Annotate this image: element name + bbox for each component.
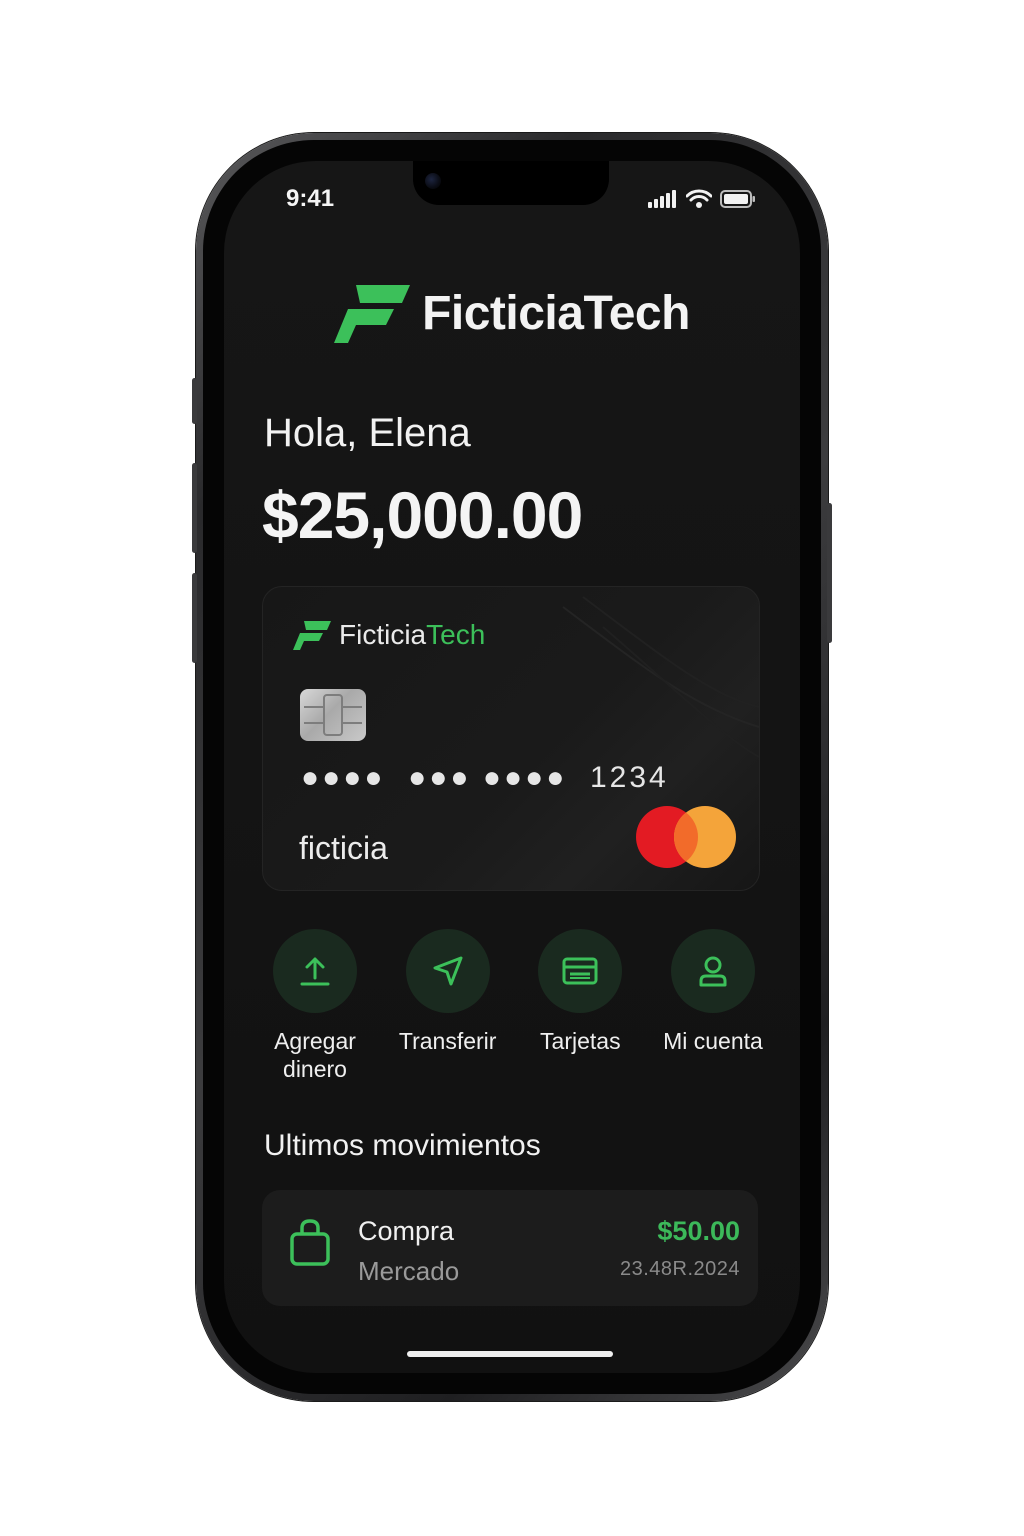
action-add-money[interactable]: Agregar dinero — [256, 929, 374, 1083]
ficticiatech-logo-icon — [293, 621, 331, 650]
notch — [413, 161, 609, 205]
transaction-amount: $50.00 — [657, 1216, 740, 1246]
transaction-merchant: Mercado — [358, 1256, 460, 1286]
action-cards[interactable]: Tarjetas — [521, 929, 639, 1083]
account-balance: $25,000.00 — [262, 478, 583, 552]
add-money-button[interactable] — [273, 929, 357, 1013]
silent-switch — [192, 378, 197, 424]
brand-name: FicticiaTech — [422, 286, 690, 340]
camera-icon — [425, 173, 441, 189]
transaction-title: Compra — [358, 1216, 455, 1246]
card-holder: ficticia — [299, 830, 388, 866]
send-icon — [433, 956, 463, 986]
power-button — [827, 503, 832, 643]
recent-transactions-title: Ultimos movimientos — [264, 1129, 541, 1162]
card-number: ●●●● ●●● ●●●● 1234 — [301, 761, 669, 794]
card-chip-icon — [300, 689, 366, 741]
card-brand-part1: Ficticia — [339, 619, 427, 650]
action-my-account[interactable]: Mi cuenta — [654, 929, 772, 1083]
app-logo: FicticiaTech — [224, 283, 800, 343]
status-time: 9:41 — [286, 185, 335, 212]
volume-up-button — [192, 463, 197, 553]
transaction-date: 23.48R.2024 — [619, 1258, 740, 1280]
action-label: Tarjetas — [540, 1028, 621, 1054]
mastercard-icon — [636, 806, 736, 868]
my-account-button[interactable] — [670, 929, 755, 1013]
shopping-bag-icon — [290, 1219, 330, 1266]
ficticiatech-logo-icon — [334, 285, 411, 343]
card-icon — [562, 957, 598, 985]
action-label: Transferir — [398, 1028, 497, 1054]
action-label: Mi cuenta — [663, 1028, 763, 1054]
upload-icon — [300, 957, 330, 986]
volume-down-button — [192, 573, 197, 663]
debit-card[interactable]: FicticiaTech ●●●● ●●● ●●●● 1234 ficticia — [262, 586, 760, 891]
battery-icon — [720, 190, 755, 208]
signal-icon — [648, 190, 676, 208]
quick-actions: Agregar dinero Transferir Tarjetas Mi cu… — [256, 929, 772, 1083]
transfer-button[interactable] — [405, 929, 490, 1013]
transaction-row[interactable]: Compra Mercado $50.00 23.48R.2024 — [262, 1190, 758, 1306]
phone-frame: 9:41 FicticiaTech Hola, Elena $25,000.00… — [192, 133, 832, 1401]
user-icon — [699, 956, 727, 987]
card-brand-part2: Tech — [426, 619, 486, 650]
card-brand-logo: FicticiaTech — [293, 619, 485, 651]
card-brand-name: FicticiaTech — [339, 619, 485, 651]
cards-button[interactable] — [538, 929, 623, 1013]
app-screen: 9:41 FicticiaTech Hola, Elena $25,000.00… — [224, 161, 800, 1373]
action-label: Agregar dinero — [274, 1028, 356, 1082]
home-indicator[interactable] — [407, 1351, 613, 1357]
wifi-icon — [686, 189, 712, 208]
status-icons — [648, 189, 756, 209]
action-transfer[interactable]: Transferir — [389, 929, 507, 1083]
greeting: Hola, Elena — [264, 411, 471, 455]
